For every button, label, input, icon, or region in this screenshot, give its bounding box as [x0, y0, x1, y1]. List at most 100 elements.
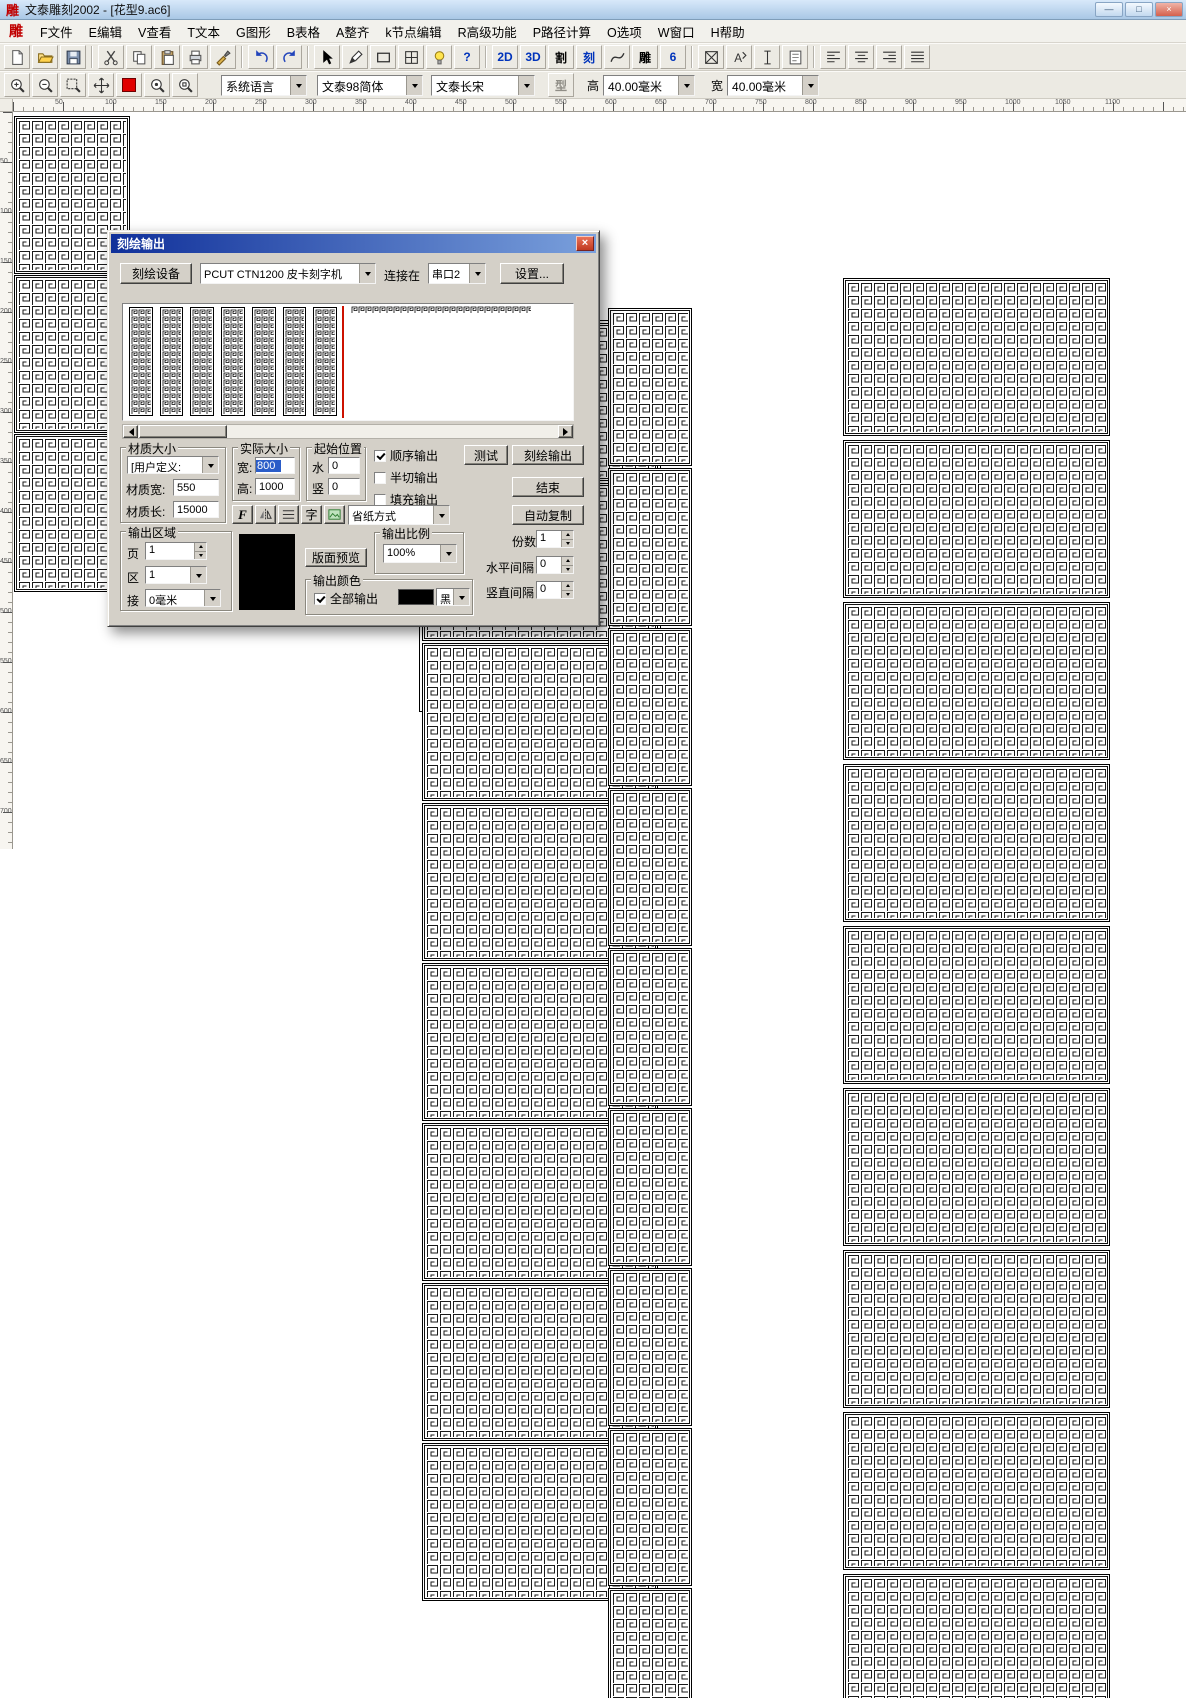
format-painter-icon[interactable]: [210, 45, 236, 69]
zoom-in-icon[interactable]: [4, 73, 30, 97]
pan-tool-icon[interactable]: [88, 73, 114, 97]
material-length-input[interactable]: 15000: [173, 501, 219, 518]
menu-item-11[interactable]: W窗口: [650, 19, 703, 44]
order-output-checkbox[interactable]: 顺序输出: [374, 447, 438, 464]
bulb-icon[interactable]: [426, 45, 452, 69]
chevron-down-icon[interactable]: [678, 76, 694, 95]
all-colors-checkbox[interactable]: 全部输出: [314, 590, 378, 607]
menu-item-12[interactable]: H帮助: [703, 19, 753, 44]
mode-2d-button[interactable]: 2D: [492, 45, 518, 69]
page-setup-icon[interactable]: [782, 45, 808, 69]
material-width-input[interactable]: 550: [173, 479, 219, 496]
menu-item-7[interactable]: k节点编辑: [377, 19, 449, 44]
spin-up[interactable]: [562, 557, 573, 566]
port-combobox[interactable]: 串口2: [428, 263, 486, 284]
mirror-tool-button[interactable]: [255, 505, 276, 524]
chevron-down-icon[interactable]: [518, 76, 534, 95]
zone-combobox[interactable]: 1: [145, 566, 207, 584]
type-button[interactable]: 型: [548, 73, 574, 97]
scroll-right-arrow[interactable]: [558, 425, 573, 438]
ibeam-icon[interactable]: [754, 45, 780, 69]
chevron-down-icon[interactable]: [440, 545, 456, 562]
cut-icon[interactable]: [98, 45, 124, 69]
dialog-title-bar[interactable]: 刻绘输出 ×: [111, 234, 596, 253]
chevron-down-icon[interactable]: [190, 567, 206, 583]
height-combobox[interactable]: 40.00毫米: [603, 75, 695, 96]
chevron-down-icon[interactable]: [802, 76, 818, 95]
pen-tool-icon[interactable]: [342, 45, 368, 69]
canvas[interactable]: 刻绘输出 × 刻绘设备 PCUT CTN1200 皮卡刻字机 连接在 串口2 设…: [13, 112, 1186, 849]
chevron-down-icon[interactable]: [204, 590, 220, 606]
menu-item-8[interactable]: R高级功能: [450, 19, 525, 44]
image-tool-button[interactable]: [324, 505, 345, 524]
actual-width-input[interactable]: 800: [255, 457, 295, 474]
text-tool-button[interactable]: 字: [301, 505, 322, 524]
material-preset-combobox[interactable]: [用户定义:: [127, 456, 219, 474]
layout-preview-button[interactable]: 版面预览: [305, 548, 367, 567]
menu-item-5[interactable]: B表格: [279, 19, 328, 44]
mode-3d-button[interactable]: 3D: [520, 45, 546, 69]
spin-down[interactable]: [562, 540, 573, 548]
chevron-down-icon[interactable]: [433, 506, 449, 524]
menu-item-0[interactable]: F文件: [32, 19, 81, 44]
color-combobox[interactable]: 黑: [436, 588, 470, 606]
zoom-page-icon[interactable]: [144, 73, 170, 97]
chevron-down-icon[interactable]: [202, 457, 218, 473]
minimize-button[interactable]: —: [1095, 2, 1123, 17]
copy-icon[interactable]: [126, 45, 152, 69]
font-combobox[interactable]: 文泰98简体: [317, 75, 423, 96]
chevron-down-icon[interactable]: [290, 76, 306, 95]
zoom-selection-icon[interactable]: [60, 73, 86, 97]
grid-tool-icon[interactable]: [398, 45, 424, 69]
engrave-output-button[interactable]: 刻绘输出: [512, 445, 584, 465]
menu-item-6[interactable]: A整齐: [328, 19, 377, 44]
spin-down[interactable]: [195, 552, 206, 560]
undo-icon[interactable]: [248, 45, 274, 69]
preview-scrollbar[interactable]: [122, 424, 574, 439]
maximize-button[interactable]: □: [1125, 2, 1153, 17]
font2-combobox[interactable]: 文泰长宋: [431, 75, 535, 96]
zoom-out-icon[interactable]: [32, 73, 58, 97]
carve-mode-button[interactable]: 刻: [576, 45, 602, 69]
half-cut-checkbox[interactable]: 半切输出: [374, 469, 438, 486]
device-combobox[interactable]: PCUT CTN1200 皮卡刻字机: [200, 263, 376, 284]
test-button[interactable]: 测试: [464, 445, 508, 465]
spin-up[interactable]: [562, 582, 573, 591]
align-left-icon[interactable]: [820, 45, 846, 69]
page-spinner[interactable]: 1: [145, 542, 207, 560]
spin-down[interactable]: [562, 566, 573, 574]
auto-copy-button[interactable]: 自动复制: [512, 505, 584, 525]
paper-mode-combobox[interactable]: 省纸方式: [348, 505, 450, 525]
spin-down[interactable]: [562, 591, 573, 599]
path-mode-icon[interactable]: [604, 45, 630, 69]
rect-tool-icon[interactable]: [370, 45, 396, 69]
chevron-down-icon[interactable]: [469, 264, 485, 283]
align-justify-icon[interactable]: [904, 45, 930, 69]
lines-tool-button[interactable]: [278, 505, 299, 524]
language-combobox[interactable]: 系统语言: [221, 75, 307, 96]
chevron-down-icon[interactable]: [359, 264, 375, 283]
vgap-spinner[interactable]: 0: [536, 581, 574, 599]
settings-button[interactable]: 设置...: [500, 263, 564, 284]
menu-item-9[interactable]: P路径计算: [525, 19, 599, 44]
hgap-spinner[interactable]: 0: [536, 556, 574, 574]
joint-combobox[interactable]: 0毫米: [145, 589, 221, 607]
menu-item-1[interactable]: E编辑: [81, 19, 130, 44]
spin-up[interactable]: [562, 531, 573, 540]
chevron-down-icon[interactable]: [453, 589, 469, 605]
engrave-mode-button[interactable]: 雕: [632, 45, 658, 69]
new-file-icon[interactable]: [4, 45, 30, 69]
origin-v-input[interactable]: 0: [328, 478, 360, 495]
f-tool-button[interactable]: F: [232, 505, 253, 524]
align-center-icon[interactable]: [848, 45, 874, 69]
align-right-icon[interactable]: [876, 45, 902, 69]
spin-up[interactable]: [195, 543, 206, 552]
menu-item-3[interactable]: T文本: [179, 19, 228, 44]
menu-item-10[interactable]: O选项: [599, 19, 650, 44]
menu-item-4[interactable]: G图形: [228, 19, 279, 44]
actual-height-input[interactable]: 1000: [255, 478, 295, 495]
select-tool-icon[interactable]: [314, 45, 340, 69]
dialog-close-button[interactable]: ×: [576, 236, 594, 251]
node-delete-icon[interactable]: [698, 45, 724, 69]
width-combobox[interactable]: 40.00毫米: [727, 75, 819, 96]
